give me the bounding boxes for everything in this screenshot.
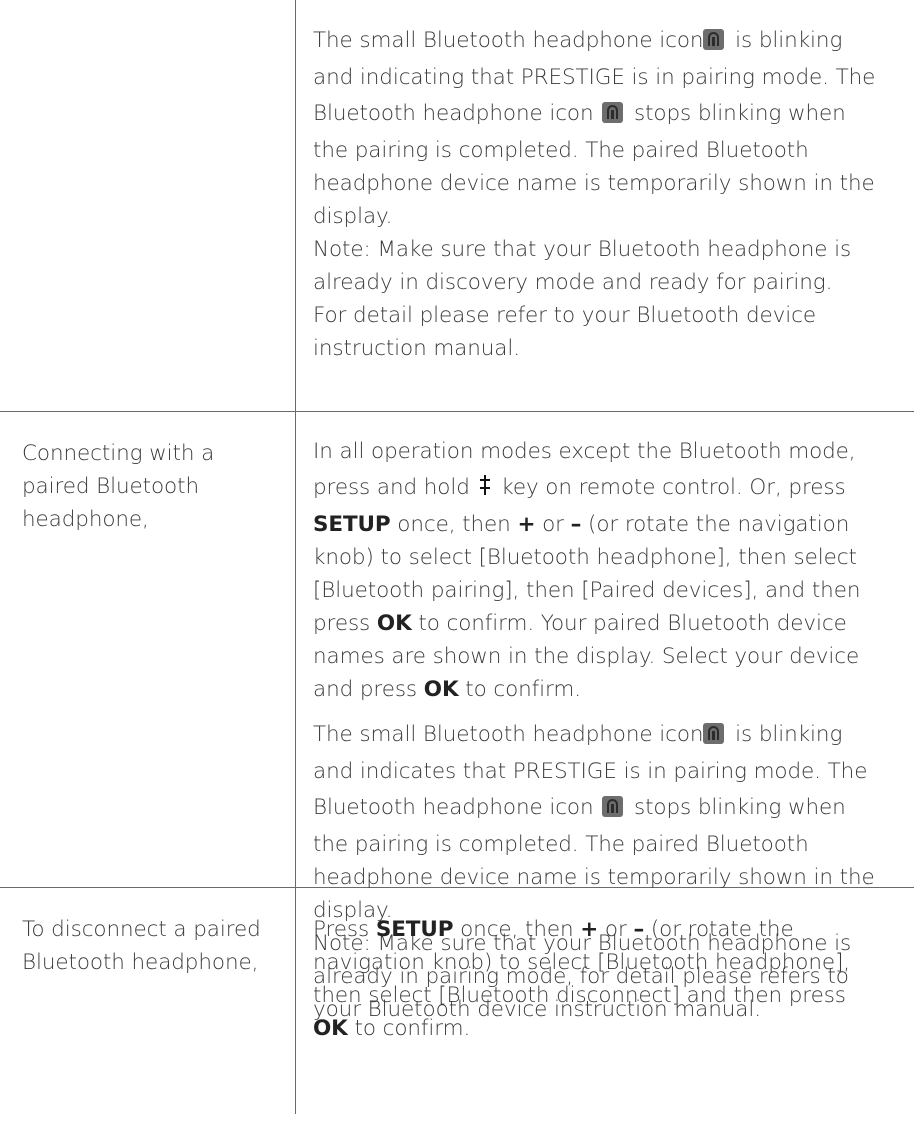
bluetooth-headphone-icon: [602, 796, 624, 817]
row3-label-line: Bluetooth headphone,: [22, 950, 259, 975]
row1-line: and indicating that PRESTIGE is in pairi…: [313, 65, 876, 90]
row-divider-1: [0, 411, 914, 412]
row2-label-line: paired Bluetooth: [22, 474, 199, 499]
row2-line: and indicates that PRESTIGE is in pairin…: [313, 759, 868, 784]
row1-line: the pairing is completed. The paired Blu…: [313, 138, 809, 163]
row2-line: names are shown in the display. Select y…: [313, 644, 860, 669]
row2-line: the pairing is completed. The paired Blu…: [313, 832, 809, 857]
row2-label-line: Connecting with a: [22, 441, 215, 466]
row1-line: Bluetooth headphone icon stops blinking …: [313, 101, 846, 126]
row3-label: To disconnect a paired Bluetooth headpho…: [22, 913, 277, 979]
row1-line: For detail please refer to your Bluetoot…: [313, 303, 816, 328]
row3-line: then select [Bluetooth disconnect] and t…: [313, 983, 846, 1008]
row2-line: SETUP once, then + or – (or rotate the n…: [313, 512, 850, 537]
row2-line: headphone device name is temporarily sho…: [313, 865, 875, 890]
row2-line: knob) to select [Bluetooth headphone], t…: [313, 545, 857, 570]
row2-line: Bluetooth headphone icon stops blinking …: [313, 795, 846, 820]
row3-content: Press SETUP once, then + or – (or rotate…: [313, 913, 903, 1045]
row3-label-line: To disconnect a paired: [22, 917, 261, 942]
row3-line: OK to confirm.: [313, 1016, 471, 1041]
row1-line: headphone device name is temporarily sho…: [313, 171, 875, 196]
bluetooth-key-icon: [479, 475, 491, 497]
row1-line: display.: [313, 204, 393, 229]
row3-line: Press SETUP once, then + or – (or rotate…: [313, 917, 794, 942]
row1-line: already in discovery mode and ready for …: [313, 270, 833, 295]
row2-label-line: headphone,: [22, 507, 149, 532]
row1-line: Note: Make sure that your Bluetooth head…: [313, 237, 852, 262]
bluetooth-headphone-icon: [703, 29, 725, 50]
row2-line: [Bluetooth pairing], then [Paired device…: [313, 578, 861, 603]
row2-line: and press OK to confirm.: [313, 677, 581, 702]
row2-line: press and hold key on remote control. Or…: [313, 475, 846, 500]
bluetooth-headphone-icon: [602, 102, 624, 123]
row1-content: The small Bluetooth headphone icon is bl…: [313, 21, 903, 365]
row1-line: instruction manual.: [313, 336, 520, 361]
row2-line: The small Bluetooth headphone icon is bl…: [313, 722, 843, 747]
row2-line: In all operation modes except the Blueto…: [313, 439, 856, 464]
column-divider: [295, 0, 296, 1114]
row2-line: press OK to confirm. Your paired Bluetoo…: [313, 611, 847, 636]
instruction-table: The small Bluetooth headphone icon is bl…: [0, 0, 914, 1124]
bluetooth-headphone-icon: [703, 723, 725, 744]
row3-line: navigation knob) to select [Bluetooth he…: [313, 950, 851, 975]
row2-label: Connecting with a paired Bluetooth headp…: [22, 437, 277, 536]
row1-line: The small Bluetooth headphone icon is bl…: [313, 28, 843, 53]
